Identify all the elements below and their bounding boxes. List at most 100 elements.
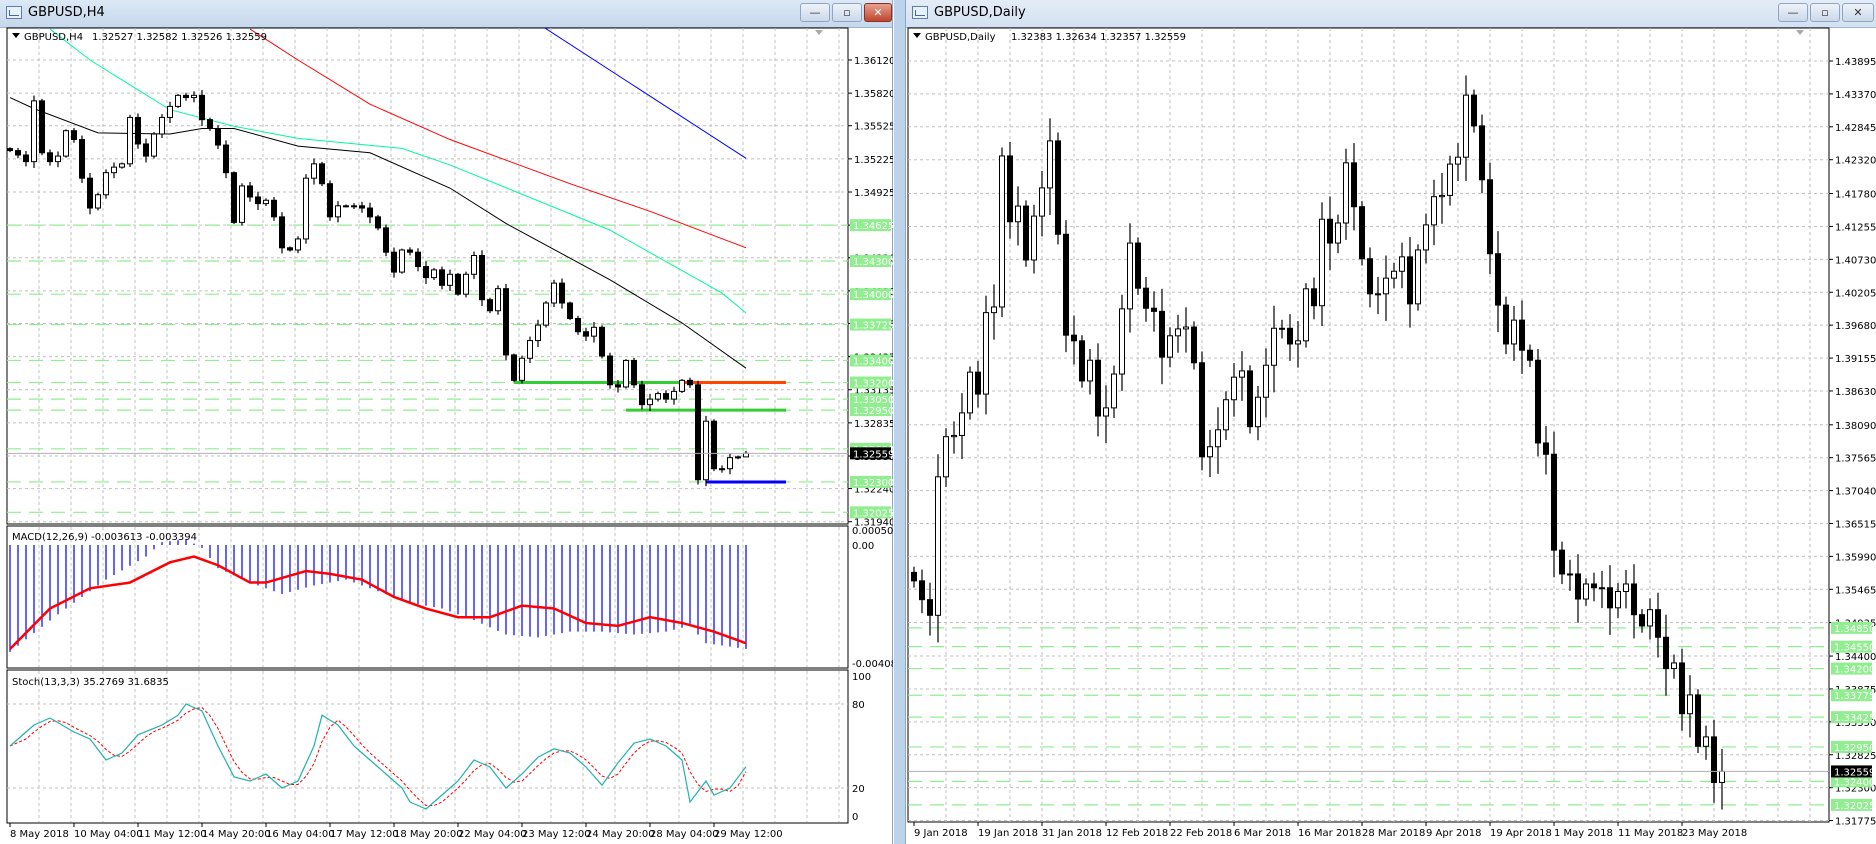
bear-candle	[1639, 614, 1645, 627]
bull-candle	[1031, 215, 1037, 261]
bull-candle	[1175, 328, 1181, 337]
bear-candle	[1607, 587, 1613, 609]
bull-candle	[1119, 308, 1125, 375]
bear-candle	[1479, 125, 1485, 181]
level-price-label: 1.34625	[853, 221, 893, 232]
bear-candle	[207, 119, 213, 129]
bear-candle	[927, 599, 933, 616]
bear-candle	[199, 94, 205, 121]
price-axis-label: 1.39680	[1835, 321, 1876, 332]
daily-chart-area[interactable]: 1.43895 1.43370 1.42845 1.42320 1.41780 1.412…	[906, 0, 1876, 844]
time-axis-label: 11 May 2018	[1618, 828, 1683, 839]
price-axis-label: 1.35465	[1835, 585, 1876, 596]
bear-candle	[911, 571, 917, 582]
macd-axis-label: -0.004086	[852, 659, 893, 670]
bull-candle	[1583, 583, 1589, 600]
bear-candle	[1663, 636, 1669, 670]
bear-candle	[1199, 362, 1205, 458]
bull-candle	[1239, 370, 1245, 378]
bull-candle	[495, 288, 501, 312]
bull-candle	[1383, 277, 1389, 295]
bull-candle	[119, 163, 125, 168]
bull-candle	[719, 468, 725, 471]
chart-symbol-label: GBPUSD,Daily	[925, 32, 996, 43]
bear-candle	[1495, 253, 1501, 306]
bear-candle	[1079, 340, 1085, 382]
bear-candle	[1023, 205, 1029, 261]
bear-candle	[1631, 583, 1637, 616]
time-axis-label: 10 May 04:00	[74, 829, 143, 840]
price-axis-label: 1.39155	[1835, 354, 1876, 365]
time-axis-label: 1 May 2018	[1554, 828, 1613, 839]
bear-candle	[1591, 583, 1597, 589]
bear-candle	[1135, 242, 1141, 289]
bid-price-label: 1.32559	[853, 449, 893, 460]
bull-candle	[1687, 694, 1693, 715]
bear-candle	[1327, 218, 1333, 244]
price-axis-label: 1.38630	[1835, 387, 1876, 398]
level-price-label: 1.34550	[1834, 643, 1875, 654]
bull-candle	[151, 133, 157, 157]
bear-candle	[639, 384, 645, 406]
bear-candle	[439, 269, 445, 286]
stoch-axis-label: 20	[852, 784, 865, 795]
bull-candle	[951, 434, 957, 438]
macd-axis-label: 0.00	[852, 541, 874, 552]
bull-candle	[55, 155, 61, 163]
stoch-indicator-label: Stoch(13,3,3) 35.2769 31.6835	[12, 677, 169, 688]
bull-candle	[1231, 376, 1237, 401]
bull-candle	[1431, 196, 1437, 226]
bear-candle	[391, 251, 397, 273]
bear-candle	[1527, 349, 1533, 361]
macd-axis-label: 0.000507	[852, 526, 893, 537]
bear-candle	[1551, 453, 1557, 551]
bull-candle	[471, 255, 477, 275]
bear-candle	[383, 227, 389, 253]
chart-symbol-label: GBPUSD,H4	[24, 32, 83, 43]
level-price-label: 1.34200	[1834, 665, 1875, 676]
time-axis-label: 14 May 20:00	[202, 829, 271, 840]
level-price-label: 1.34300	[853, 257, 893, 268]
bull-candle	[1335, 222, 1341, 244]
bear-candle	[327, 183, 333, 218]
chart-window-gbpusd-daily[interactable]: GBPUSD,Daily — ▫ ✕ 1.43895 1.43370 1.42845…	[905, 0, 1876, 844]
price-axis-label: 1.31775	[1835, 817, 1876, 828]
bull-candle	[1615, 591, 1621, 609]
level-price-label: 1.32025	[1834, 801, 1875, 812]
moving-average-line	[543, 28, 747, 159]
level-price-label: 1.32025	[853, 508, 893, 519]
bear-candle	[87, 177, 93, 209]
h4-chart-area[interactable]: 1.36120 1.35820 1.35525 1.35225 1.34925 1.346…	[0, 0, 893, 844]
price-axis-label: 1.36515	[1835, 520, 1876, 531]
chart-ohlc-values: 1.32527 1.32582 1.32526 1.32559	[92, 32, 267, 43]
bear-candle	[559, 282, 565, 304]
bull-candle	[967, 371, 973, 414]
bull-candle	[127, 116, 133, 165]
bear-candle	[1471, 94, 1477, 127]
price-axis-label: 1.34925	[854, 188, 893, 199]
bull-candle	[1167, 335, 1173, 358]
bull-candle	[1375, 293, 1381, 296]
bear-candle	[583, 331, 589, 337]
time-axis-label: 11 May 12:00	[138, 829, 207, 840]
level-price-label: 1.32950	[853, 406, 893, 417]
chart-shift-marker-icon	[815, 30, 823, 35]
bear-candle	[143, 143, 149, 157]
bull-candle	[1319, 218, 1325, 307]
time-axis-label: 23 May 12:00	[522, 829, 591, 840]
bear-candle	[135, 116, 141, 145]
bear-candle	[1407, 256, 1413, 305]
bull-candle	[63, 130, 69, 157]
chart-window-gbpusd-h4[interactable]: GBPUSD,H4 — ▫ ✕ 1.36120 1.35820 1.35525 1.3…	[0, 0, 893, 844]
bear-candle	[7, 148, 13, 152]
price-series	[911, 75, 1725, 810]
price-axis-label: 1.41255	[1835, 222, 1876, 233]
bear-candle	[567, 302, 573, 319]
price-axis-label: 1.42320	[1835, 156, 1876, 167]
bull-candle	[743, 452, 749, 458]
bull-candle	[1047, 140, 1053, 189]
stoch-signal-line	[9, 706, 747, 806]
bear-candle	[1151, 307, 1157, 312]
bear-candle	[79, 139, 85, 179]
price-axis-label: 1.34400	[1835, 652, 1876, 663]
